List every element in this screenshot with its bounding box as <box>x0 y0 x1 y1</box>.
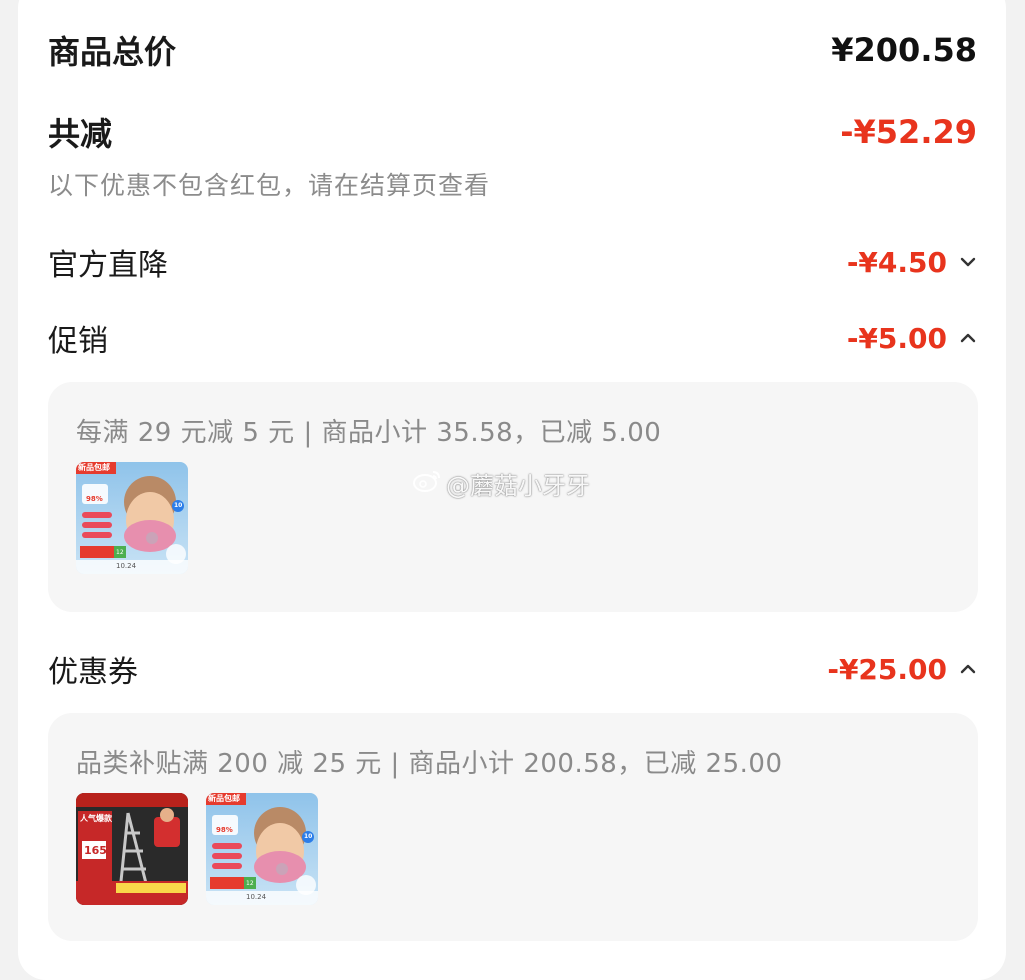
thumb-tag-text: 10 <box>174 502 183 509</box>
total-reduction-label: 共减 <box>48 115 113 153</box>
weibo-icon <box>412 469 442 499</box>
total-price-label: 商品总价 <box>48 33 177 71</box>
thumb-banner-text: 新品包邮 <box>78 463 110 472</box>
promotion-row[interactable]: 促销 -¥5.00 <box>48 316 977 360</box>
promotion-amount: -¥5.00 <box>846 321 947 355</box>
thumb-ladder-banner: 人气爆款 <box>80 814 112 823</box>
official-discount-amount-wrap: -¥4.50 <box>847 246 977 279</box>
official-discount-amount: -¥4.50 <box>846 245 947 279</box>
thumb-tag-text: 10 <box>304 833 313 840</box>
chevron-up-icon[interactable] <box>957 327 979 349</box>
promotion-detail-text: 每满 29 元减 5 元 | 商品小计 35.58，已减 5.00 <box>76 418 662 448</box>
discount-note: 以下优惠不包含红包，请在结算页查看 <box>48 171 491 200</box>
product-thumbnail-mask-2[interactable]: 新品包邮 98% 10 12 10.24 <box>206 793 318 905</box>
coupon-detail-panel: 品类补贴满 200 减 25 元 | 商品小计 200.58，已减 25.00 … <box>48 713 978 941</box>
watermark: @蘑菇小牙牙 <box>412 466 590 501</box>
thumb-count-text: 12 <box>246 880 254 887</box>
total-price-row: 商品总价 ¥200.58 <box>48 28 977 72</box>
thumb-price-text: 10.24 <box>116 562 137 570</box>
coupon-amount-wrap: -¥25.00 <box>827 653 977 686</box>
chevron-down-icon[interactable] <box>957 251 979 273</box>
thumb-banner-text: 新品包邮 <box>208 794 240 803</box>
thumb-percent-text: 98% <box>86 495 103 503</box>
product-thumbnail-ladder[interactable]: 人气爆款 165 <box>76 793 188 905</box>
thumb-price-text: 10.24 <box>246 893 267 901</box>
promotion-label: 促销 <box>48 324 108 359</box>
product-thumbnail-mask[interactable]: 新品包邮 98% 10 12 10.24 <box>76 462 188 574</box>
total-reduction-amount: -¥52.29 <box>840 113 977 151</box>
thumb-count-text: 12 <box>116 549 124 556</box>
chevron-up-icon[interactable] <box>957 658 979 680</box>
total-reduction-row: 共减 -¥52.29 <box>48 110 977 154</box>
coupon-row[interactable]: 优惠券 -¥25.00 <box>48 647 977 691</box>
thumb-ladder-price: 165 <box>84 844 107 857</box>
coupon-amount: -¥25.00 <box>827 652 947 686</box>
thumb-percent-text: 98% <box>216 826 233 834</box>
promotion-amount-wrap: -¥5.00 <box>847 322 977 355</box>
official-discount-label: 官方直降 <box>48 248 168 283</box>
watermark-text: @蘑菇小牙牙 <box>446 472 590 500</box>
official-discount-row[interactable]: 官方直降 -¥4.50 <box>48 240 977 284</box>
coupon-label: 优惠券 <box>48 655 138 690</box>
coupon-detail-text: 品类补贴满 200 减 25 元 | 商品小计 200.58，已减 25.00 <box>76 749 783 779</box>
total-price-amount: ¥200.58 <box>831 31 977 69</box>
